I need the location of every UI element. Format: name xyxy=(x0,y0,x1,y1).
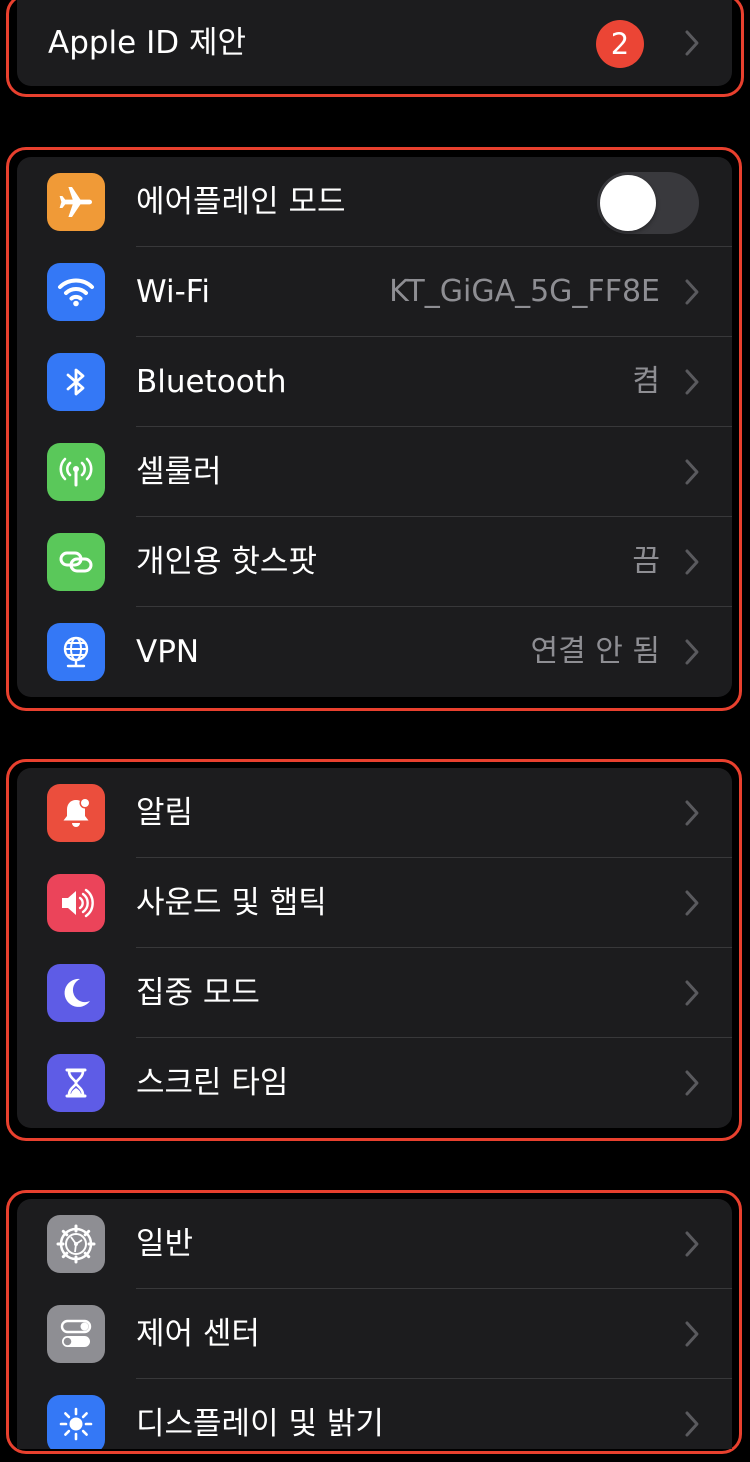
focus-label: 집중 모드 xyxy=(136,975,260,1011)
cellular-row[interactable]: 셀룰러 xyxy=(17,427,732,517)
chevron-right-icon xyxy=(685,459,699,485)
general-label: 일반 xyxy=(136,1226,194,1262)
airplane-icon xyxy=(47,173,105,231)
control-center-label: 제어 센터 xyxy=(136,1316,260,1352)
bluetooth-label: Bluetooth xyxy=(136,364,287,400)
wifi-label: Wi-Fi xyxy=(136,274,210,310)
chevron-right-icon xyxy=(685,30,699,56)
chevron-right-icon xyxy=(685,1070,699,1096)
connectivity-group: 에어플레인 모드 Wi-Fi KT_GiGA_5G_FF8E Bluetooth… xyxy=(17,157,732,697)
bluetooth-icon xyxy=(47,353,105,411)
airplane-mode-toggle[interactable] xyxy=(597,172,699,234)
hotspot-label: 개인용 핫스팟 xyxy=(136,544,317,580)
chevron-right-icon xyxy=(685,1321,699,1347)
gear-icon xyxy=(47,1215,105,1273)
speaker-icon xyxy=(47,874,105,932)
focus-row[interactable]: 집중 모드 xyxy=(17,948,732,1038)
switches-icon xyxy=(47,1305,105,1363)
notification-badge: 2 xyxy=(596,20,644,68)
apple-id-label: Apple ID 제안 xyxy=(48,25,247,61)
hotspot-status: 끔 xyxy=(632,544,660,579)
notifications-group: 알림 사운드 및 햅틱 집중 모드 스크린 타임 xyxy=(17,768,732,1128)
screen-time-row[interactable]: 스크린 타임 xyxy=(17,1038,732,1128)
sounds-haptics-row[interactable]: 사운드 및 햅틱 xyxy=(17,858,732,948)
chevron-right-icon xyxy=(685,549,699,575)
display-brightness-label: 디스플레이 및 밝기 xyxy=(136,1406,384,1442)
chain-link-icon xyxy=(47,533,105,591)
moon-icon xyxy=(47,964,105,1022)
hotspot-row[interactable]: 개인용 핫스팟 끔 xyxy=(17,517,732,607)
sounds-haptics-label: 사운드 및 햅틱 xyxy=(136,885,327,921)
vpn-label: VPN xyxy=(136,634,200,670)
cellular-label: 셀룰러 xyxy=(136,454,222,490)
wifi-icon xyxy=(47,263,105,321)
toggle-knob xyxy=(600,175,656,231)
chevron-right-icon xyxy=(685,279,699,305)
chevron-right-icon xyxy=(685,639,699,665)
apple-id-suggestions-row[interactable]: Apple ID 제안 2 xyxy=(17,0,732,86)
bluetooth-status: 켬 xyxy=(632,364,660,399)
apple-id-group: Apple ID 제안 2 xyxy=(17,0,732,86)
general-row[interactable]: 일반 xyxy=(17,1199,732,1289)
screen-time-label: 스크린 타임 xyxy=(136,1065,289,1101)
globe-icon xyxy=(47,623,105,681)
wifi-network-name: KT_GiGA_5G_FF8E xyxy=(389,274,660,309)
chevron-right-icon xyxy=(685,800,699,826)
wifi-row[interactable]: Wi-Fi KT_GiGA_5G_FF8E xyxy=(17,247,732,337)
bell-icon xyxy=(47,784,105,842)
sun-icon xyxy=(47,1395,105,1449)
vpn-status: 연결 안 됨 xyxy=(530,634,660,669)
general-group: 일반 제어 센터 디스플레이 및 밝기 xyxy=(17,1199,732,1449)
chevron-right-icon xyxy=(685,1231,699,1257)
airplane-mode-label: 에어플레인 모드 xyxy=(136,184,346,220)
chevron-right-icon xyxy=(685,1411,699,1437)
antenna-icon xyxy=(47,443,105,501)
display-brightness-row[interactable]: 디스플레이 및 밝기 xyxy=(17,1379,732,1449)
vpn-row[interactable]: VPN 연결 안 됨 xyxy=(17,607,732,697)
chevron-right-icon xyxy=(685,890,699,916)
chevron-right-icon xyxy=(685,369,699,395)
bluetooth-row[interactable]: Bluetooth 켬 xyxy=(17,337,732,427)
control-center-row[interactable]: 제어 센터 xyxy=(17,1289,732,1379)
hourglass-icon xyxy=(47,1054,105,1112)
airplane-mode-row: 에어플레인 모드 xyxy=(17,157,732,247)
notifications-row[interactable]: 알림 xyxy=(17,768,732,858)
notifications-label: 알림 xyxy=(136,795,194,831)
chevron-right-icon xyxy=(685,980,699,1006)
